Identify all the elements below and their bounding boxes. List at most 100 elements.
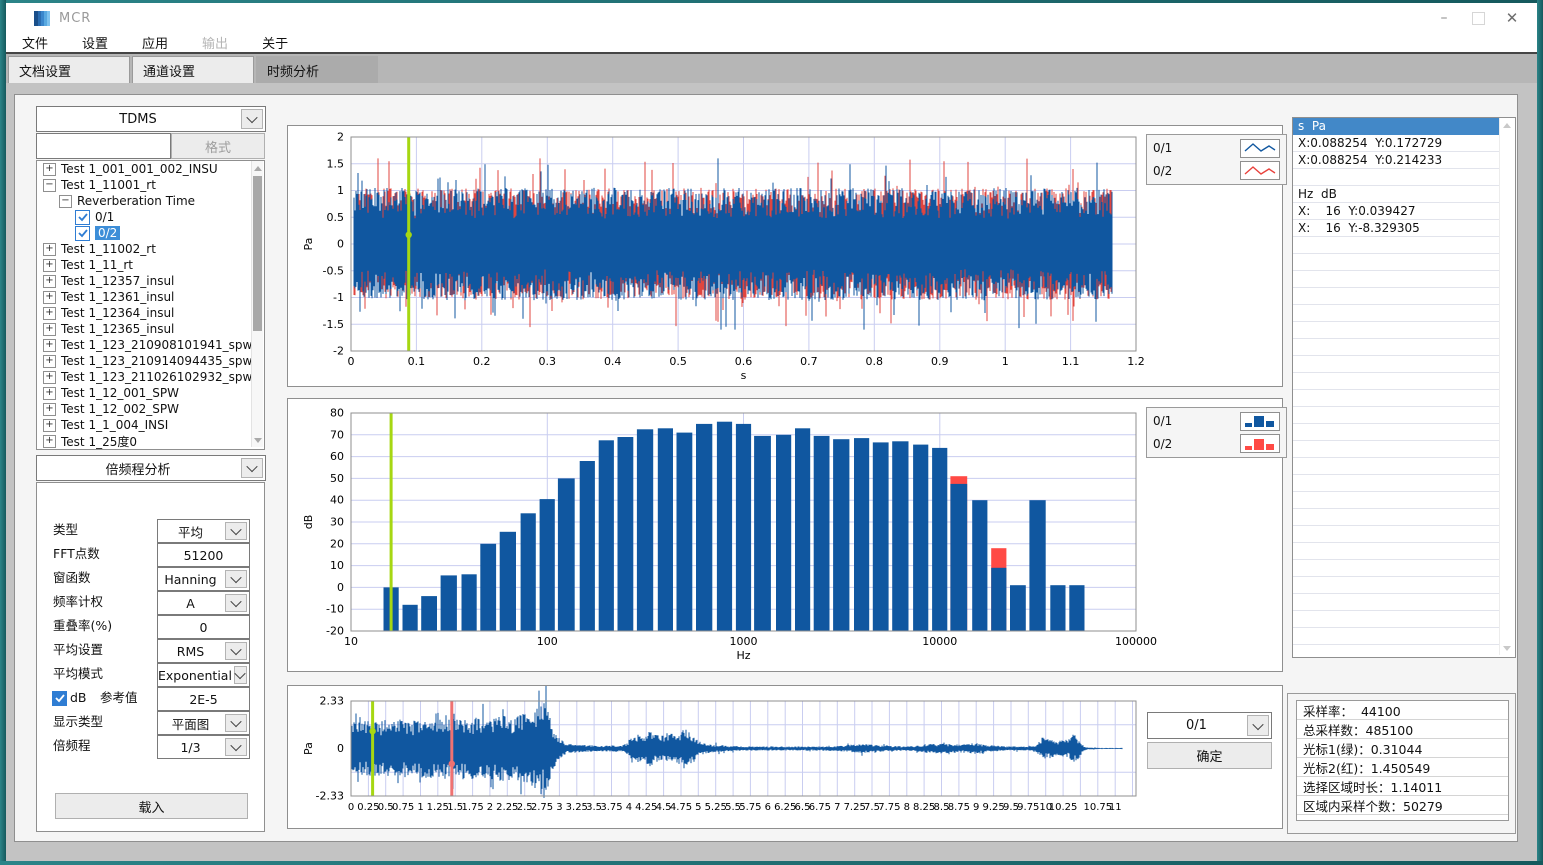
tree-item[interactable]: +Test 1_123_210908101941_spw [37, 337, 264, 353]
tree-scrollbar[interactable] [251, 161, 263, 447]
close-button[interactable]: ✕ [1495, 5, 1529, 31]
expand-icon[interactable]: + [43, 419, 56, 432]
collapse-icon[interactable]: − [59, 195, 72, 208]
readout-row[interactable]: X: 16 Y:0.039427 [1293, 203, 1500, 220]
chevron-down-icon[interactable] [225, 594, 247, 612]
expand-icon[interactable]: + [43, 403, 56, 416]
readout-row[interactable] [1293, 237, 1500, 254]
tree-item[interactable]: +Test 1_11002_rt [37, 241, 264, 257]
readout-row[interactable] [1293, 543, 1500, 560]
tree-item[interactable]: +Test 1_123_211026102932_spw [37, 369, 264, 385]
tree-item[interactable]: +Test 1_12_002_SPW [37, 401, 264, 417]
expand-icon[interactable]: + [43, 323, 56, 336]
readout-row[interactable] [1293, 322, 1500, 339]
readout-row[interactable] [1293, 407, 1500, 424]
format-button[interactable]: 格式 [171, 133, 265, 159]
scroll-up-icon[interactable] [252, 161, 263, 175]
expand-icon[interactable]: + [43, 371, 56, 384]
form-select-8[interactable]: 平面图 [157, 711, 250, 735]
menu-item-4[interactable]: 关于 [262, 33, 288, 52]
tree-item[interactable]: −Reverberation Time [37, 193, 264, 209]
tree-item[interactable]: 0/1 [37, 209, 264, 225]
chevron-down-icon[interactable] [225, 738, 247, 756]
legend-entry[interactable]: 0/2 [1153, 434, 1280, 454]
readout-row[interactable] [1293, 424, 1500, 441]
readout-row[interactable] [1293, 441, 1500, 458]
readout-row[interactable] [1293, 373, 1500, 390]
tree-checkbox[interactable] [75, 226, 90, 241]
tree-item[interactable]: +Test 1_1_004_INSI [37, 417, 264, 433]
readout-row[interactable] [1293, 611, 1500, 628]
expand-icon[interactable]: + [43, 387, 56, 400]
expand-icon[interactable]: + [43, 307, 56, 320]
legend-entry[interactable]: 0/1 [1153, 411, 1280, 431]
minimize-button[interactable]: – [1427, 5, 1461, 31]
scroll-down-icon[interactable] [252, 433, 263, 447]
readout-row[interactable]: X:0.088254 Y:0.172729 [1293, 135, 1500, 152]
expand-icon[interactable]: + [43, 339, 56, 352]
legend-entry[interactable]: 0/2 [1153, 161, 1280, 181]
tree-item[interactable]: 0/2 [37, 225, 264, 241]
form-select-9[interactable]: 1/3 [157, 735, 250, 759]
chevron-down-icon[interactable] [241, 458, 263, 478]
tree-item[interactable]: +Test 1_12_001_SPW [37, 385, 264, 401]
form-select-6[interactable]: Exponential [157, 663, 250, 687]
readout-row[interactable] [1293, 628, 1500, 645]
tree-item[interactable]: −Test 1_11001_rt [37, 177, 264, 193]
readout-scrollbar[interactable] [1499, 118, 1514, 655]
form-input-4[interactable]: 0 [157, 615, 250, 639]
tree-item[interactable]: +Test 1_11_rt [37, 257, 264, 273]
tree-item[interactable]: +Test 1_25度0 [37, 433, 264, 449]
readout-row[interactable] [1293, 475, 1500, 492]
readout-row[interactable]: X: 16 Y:-8.329305 [1293, 220, 1500, 237]
expand-icon[interactable]: + [43, 435, 56, 448]
form-select-2[interactable]: Hanning [157, 567, 250, 591]
readout-row[interactable] [1293, 509, 1500, 526]
time-waveform-chart[interactable]: 00.10.20.30.40.50.60.70.80.911.11.2-2-1.… [287, 125, 1283, 387]
chevron-down-icon[interactable] [1247, 715, 1269, 736]
menu-item-0[interactable]: 文件 [22, 33, 48, 52]
readout-row[interactable] [1293, 526, 1500, 543]
octave-spectrum-chart[interactable]: 10100100010000100000-20-1001020304050607… [287, 398, 1283, 672]
expand-icon[interactable]: + [43, 275, 56, 288]
form-select-0[interactable]: 平均 [157, 519, 250, 543]
readout-row[interactable] [1293, 254, 1500, 271]
expand-icon[interactable]: + [43, 259, 56, 272]
readout-row[interactable] [1293, 390, 1500, 407]
tree-scrollbar-thumb[interactable] [253, 176, 262, 331]
readout-row[interactable] [1293, 458, 1500, 475]
chevron-down-icon[interactable] [241, 109, 263, 129]
form-input-7[interactable]: 2E-5 [157, 687, 250, 711]
chevron-down-icon[interactable] [225, 522, 247, 540]
tree-item[interactable]: +Test 1_12357_insul [37, 273, 264, 289]
readout-row[interactable] [1293, 577, 1500, 594]
readout-row[interactable]: Hz dB [1293, 186, 1500, 203]
tree-item[interactable]: +Test 1_12361_insul [37, 289, 264, 305]
form-select-3[interactable]: A [157, 591, 250, 615]
readout-row[interactable] [1293, 169, 1500, 186]
scroll-down-icon[interactable] [1500, 641, 1514, 655]
analysis-type-select[interactable]: 倍频程分析 [36, 455, 266, 481]
menu-item-3[interactable]: 输出 [202, 33, 228, 52]
tree-checkbox[interactable] [75, 210, 90, 225]
readout-row[interactable] [1293, 560, 1500, 577]
tree-item[interactable]: +Test 1_123_210914094435_spw [37, 353, 264, 369]
load-button[interactable]: 载入 [55, 793, 248, 819]
overview-channel-select[interactable]: 0/1 [1147, 712, 1272, 739]
readout-row[interactable] [1293, 339, 1500, 356]
menu-item-2[interactable]: 应用 [142, 33, 168, 52]
readout-row[interactable] [1293, 492, 1500, 509]
legend-entry[interactable]: 0/1 [1153, 138, 1280, 158]
tree-item[interactable]: +Test 1_12364_insul [37, 305, 264, 321]
expand-icon[interactable]: + [43, 291, 56, 304]
tab-1[interactable]: 通道设置 [132, 56, 254, 83]
tree-item[interactable]: +Test 1_001_001_002_INSU [37, 161, 264, 177]
expand-icon[interactable]: + [43, 163, 56, 176]
tab-0[interactable]: 文档设置 [8, 56, 130, 83]
filter-input[interactable] [36, 133, 171, 159]
file-format-select[interactable]: TDMS [36, 106, 266, 132]
form-select-5[interactable]: RMS [157, 639, 250, 663]
confirm-button[interactable]: 确定 [1147, 742, 1272, 769]
scroll-up-icon[interactable] [1500, 118, 1514, 132]
expand-icon[interactable]: + [43, 355, 56, 368]
